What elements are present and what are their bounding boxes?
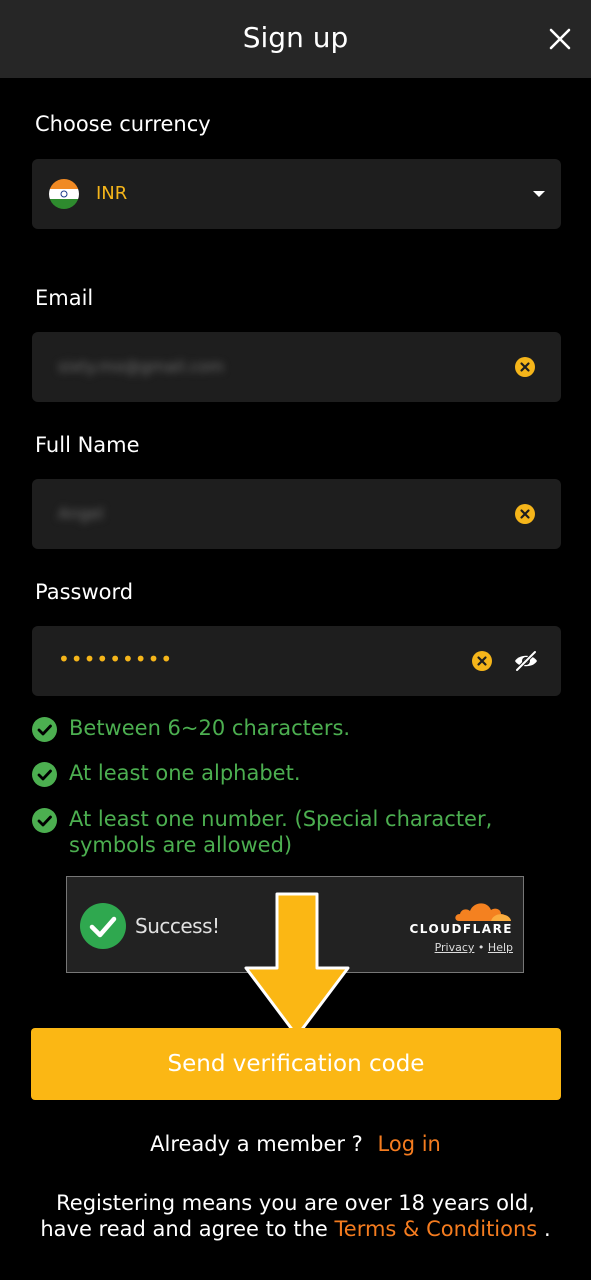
help-link[interactable]: Help: [488, 941, 513, 954]
rule-item-number: At least one number. (Special character,…: [32, 806, 539, 858]
full-name-field[interactable]: Angel: [32, 479, 561, 549]
success-check-icon: [80, 903, 126, 949]
cloudflare-brand: CLOUDFLARE: [409, 922, 513, 936]
check-circle-icon: [32, 808, 57, 833]
login-link[interactable]: Log in: [378, 1132, 441, 1156]
rule-item-length: Between 6~20 characters.: [32, 715, 539, 742]
captcha-status: Success!: [135, 914, 220, 938]
close-icon[interactable]: [549, 28, 571, 50]
page-title: Sign up: [242, 21, 349, 54]
rule-text: Between 6~20 characters.: [69, 716, 351, 740]
email-field[interactable]: sixty.mo@gmail.com: [32, 332, 561, 402]
rule-text: At least one number. (Special character,…: [69, 807, 493, 857]
email-label: Email: [35, 286, 94, 310]
full-name-value: Angel: [58, 504, 104, 523]
chevron-down-icon: [533, 191, 545, 197]
clear-email-icon[interactable]: [515, 357, 535, 377]
login-question: Already a member ?: [150, 1132, 363, 1156]
send-button-label: Send verification code: [167, 1051, 425, 1077]
full-name-label: Full Name: [35, 433, 140, 457]
cloudflare-logo-icon: [455, 903, 511, 921]
login-prompt: Already a member ? Log in: [0, 1130, 591, 1158]
clear-name-icon[interactable]: [515, 504, 535, 524]
currency-select[interactable]: INR: [32, 159, 561, 229]
legal-notice: Registering means you are over 18 years …: [40, 1190, 551, 1242]
rule-text: At least one alphabet.: [69, 761, 301, 785]
india-flag-icon: [49, 179, 79, 209]
legal-suffix: .: [543, 1217, 551, 1241]
password-field[interactable]: •••••••••: [32, 626, 561, 696]
clear-password-icon[interactable]: [472, 651, 492, 671]
close-button[interactable]: [543, 22, 577, 56]
currency-value: INR: [96, 183, 128, 204]
header-bar: Sign up: [0, 0, 591, 78]
email-value: sixty.mo@gmail.com: [58, 357, 224, 376]
send-verification-code-button[interactable]: Send verification code: [31, 1028, 561, 1100]
link-separator: •: [477, 941, 485, 954]
privacy-link[interactable]: Privacy: [435, 941, 475, 954]
arrow-down-icon: [244, 892, 350, 1038]
terms-link[interactable]: Terms & Conditions: [335, 1217, 538, 1241]
check-circle-icon: [32, 717, 57, 742]
check-circle-icon: [32, 762, 57, 787]
rule-item-alphabet: At least one alphabet.: [32, 760, 539, 787]
currency-label: Choose currency: [35, 112, 211, 136]
password-value: •••••••••: [58, 647, 174, 671]
password-label: Password: [35, 580, 134, 604]
captcha-links: Privacy • Help: [435, 941, 513, 955]
eye-off-icon[interactable]: [513, 650, 539, 672]
